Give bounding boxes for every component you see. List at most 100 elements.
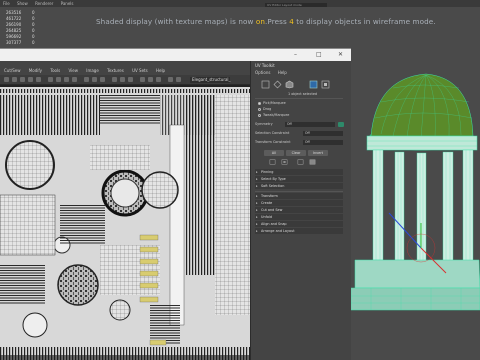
maximize-icon[interactable]: □ bbox=[316, 52, 322, 58]
toolbar-icon[interactable] bbox=[20, 77, 25, 82]
toolbar-icon[interactable] bbox=[12, 77, 17, 82]
uv-shell-select-icon[interactable] bbox=[309, 80, 318, 89]
vertex-select-icon[interactable] bbox=[261, 80, 270, 89]
expand-arrow-icon: ▸ bbox=[256, 184, 258, 188]
expand-arrow-icon: ▸ bbox=[256, 208, 258, 212]
edge-select-icon[interactable] bbox=[273, 80, 282, 89]
toolbar-icon[interactable] bbox=[100, 77, 105, 82]
expand-arrow-icon: ▸ bbox=[256, 229, 258, 233]
section-label: Select By Type bbox=[261, 177, 286, 181]
toolbar-icon[interactable] bbox=[4, 77, 9, 82]
toolbar-icon[interactable] bbox=[28, 77, 33, 82]
selection-constraint-label: Selection Constraint bbox=[255, 131, 290, 135]
menu-image[interactable]: Image bbox=[86, 68, 99, 73]
tweak-marquee-label: Tweak/Marquee bbox=[263, 113, 290, 117]
layout-mode-field[interactable]: UV Editor Layout mode bbox=[265, 3, 327, 7]
grow-selection-icon[interactable] bbox=[281, 159, 288, 165]
toolbar-icon[interactable] bbox=[84, 77, 89, 82]
gazebo-model bbox=[350, 73, 480, 311]
symmetry-dropdown[interactable]: Off bbox=[285, 122, 335, 127]
section-pinning[interactable]: ▸ Pinning bbox=[255, 169, 343, 175]
toolkit-menu-help[interactable]: Help bbox=[278, 70, 287, 75]
section-select-by-type[interactable]: ▸ Select By Type bbox=[255, 176, 343, 182]
menu-uv-sets[interactable]: UV Sets bbox=[132, 68, 148, 73]
selection-constraint-dropdown[interactable]: Off bbox=[303, 131, 343, 136]
section-cut-and-sew[interactable]: ▸ Cut and Sew bbox=[255, 207, 343, 213]
toolbar-icon[interactable] bbox=[64, 77, 69, 82]
uv-shell-grid-icon[interactable] bbox=[321, 80, 330, 89]
uv-editor-titlebar[interactable]: – □ ✕ bbox=[0, 49, 351, 61]
uv-editor-window[interactable]: – □ ✕ Cut/Sew Modify Tools View Image Te… bbox=[0, 48, 351, 360]
toolbar-icon[interactable] bbox=[156, 77, 161, 82]
toolbar-icon[interactable] bbox=[56, 77, 61, 82]
toolbar-icon[interactable] bbox=[112, 77, 117, 82]
section-align-and-snap[interactable]: ▸ Align and Snap bbox=[255, 221, 343, 227]
menu-view[interactable]: View bbox=[68, 68, 78, 73]
symmetry-toggle[interactable] bbox=[338, 122, 344, 127]
shrink-selection-icon[interactable] bbox=[269, 159, 276, 165]
section-label: Align and Snap bbox=[261, 222, 287, 226]
toolbar-icon[interactable] bbox=[48, 77, 53, 82]
expand-arrow-icon: ▸ bbox=[256, 177, 258, 181]
section-label: Soft Selection bbox=[261, 184, 285, 188]
select-shell-icon[interactable] bbox=[309, 159, 316, 165]
menu-cut-sew[interactable]: Cut/Sew bbox=[4, 68, 21, 73]
toolbar-icon[interactable] bbox=[168, 77, 173, 82]
section-label: Pinning bbox=[261, 170, 274, 174]
uv-editor-toolbar: Elegant_structural_ bbox=[0, 75, 250, 85]
hud-message: Shaded display (with texture maps) is no… bbox=[96, 17, 436, 26]
section-arrange-and-layout[interactable]: ▸ Arrange and Layout bbox=[255, 228, 343, 234]
pick-marquee-radio[interactable] bbox=[258, 102, 261, 105]
menu-panels[interactable]: Panels bbox=[61, 1, 74, 6]
close-icon[interactable]: ✕ bbox=[338, 52, 343, 58]
menu-file[interactable]: File bbox=[3, 1, 10, 6]
toolbar-icon[interactable] bbox=[72, 77, 77, 82]
expand-arrow-icon: ▸ bbox=[256, 201, 258, 205]
section-label: Create bbox=[261, 201, 273, 205]
toolbar-icon[interactable] bbox=[36, 77, 41, 82]
hud-value: 307377 bbox=[6, 40, 22, 45]
section-unfold[interactable]: ▸ Unfold bbox=[255, 214, 343, 220]
toolbar-icon[interactable] bbox=[92, 77, 97, 82]
section-transform[interactable]: ▸ Transform bbox=[255, 193, 343, 199]
invert-selection-button[interactable]: Invert bbox=[308, 150, 328, 156]
toolbar-icon[interactable] bbox=[148, 77, 153, 82]
tweak-marquee-radio[interactable] bbox=[258, 114, 261, 117]
expand-arrow-icon: ▸ bbox=[256, 222, 258, 226]
section-soft-selection[interactable]: ▸ Soft Selection bbox=[255, 183, 343, 189]
menu-modify[interactable]: Modify bbox=[29, 68, 42, 73]
toolbar-icon[interactable] bbox=[176, 77, 181, 82]
divider bbox=[255, 191, 343, 192]
uv-editor-menubar: Cut/Sew Modify Tools View Image Textures… bbox=[0, 67, 250, 75]
section-label: Transform bbox=[261, 194, 278, 198]
face-select-icon[interactable] bbox=[285, 80, 294, 89]
hud-message-text: to display objects in wireframe mode. bbox=[293, 17, 436, 26]
hud-value: 0 bbox=[32, 40, 35, 45]
hud-message-text: .Press bbox=[265, 17, 290, 26]
menu-show[interactable]: Show bbox=[17, 1, 28, 6]
menu-textures[interactable]: Textures bbox=[107, 68, 124, 73]
minimize-icon[interactable]: – bbox=[294, 52, 297, 58]
toolbar-icon[interactable] bbox=[128, 77, 133, 82]
toolbar-icon[interactable] bbox=[120, 77, 125, 82]
toolbar-icon[interactable] bbox=[140, 77, 145, 82]
uv-layout-view bbox=[0, 85, 250, 360]
menu-renderer[interactable]: Renderer bbox=[35, 1, 53, 6]
uv-texture-canvas[interactable] bbox=[0, 85, 250, 360]
menu-help[interactable]: Help bbox=[156, 68, 165, 73]
section-label: Cut and Sew bbox=[261, 208, 283, 212]
expand-arrow-icon: ▸ bbox=[256, 215, 258, 219]
drag-radio[interactable] bbox=[258, 108, 261, 111]
uv-set-field[interactable]: Elegant_structural_ bbox=[190, 77, 231, 83]
menu-tools[interactable]: Tools bbox=[50, 68, 60, 73]
expand-arrow-icon: ▸ bbox=[256, 194, 258, 198]
section-create[interactable]: ▸ Create bbox=[255, 200, 343, 206]
section-label: Arrange and Layout bbox=[261, 229, 295, 233]
hud-message-text: Shaded display (with texture maps) is no… bbox=[96, 17, 256, 26]
toolkit-menu-options[interactable]: Options bbox=[255, 70, 270, 75]
clear-selection-button[interactable]: Clear bbox=[286, 150, 306, 156]
gazebo-model-view[interactable] bbox=[350, 48, 480, 360]
select-all-button[interactable]: All bbox=[264, 150, 284, 156]
select-border-icon[interactable] bbox=[297, 159, 304, 165]
transform-constraint-dropdown[interactable]: Off bbox=[303, 140, 343, 145]
